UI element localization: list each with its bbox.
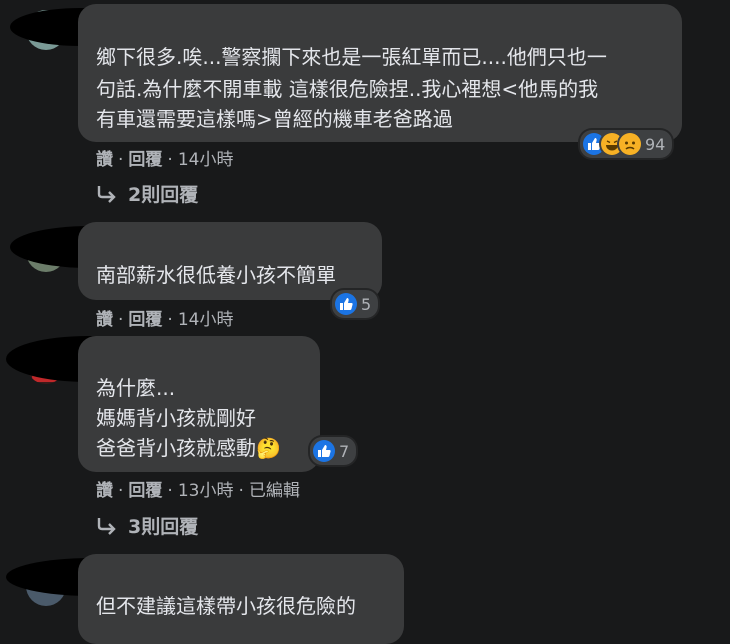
comment-text-line: 媽媽背小孩就剛好 [96,406,256,430]
separator: · [118,481,124,501]
timestamp[interactable]: 13小時 [178,481,234,501]
comment-text-line: 但不建議這樣帶小孩很危險的 [96,594,356,618]
reply-link[interactable]: 回覆 [128,310,162,330]
separator: · [167,310,173,330]
comment-bubble: 但不建議這樣帶小孩很危險的 [78,554,404,644]
view-replies-link[interactable]: 3則回覆 [96,512,198,539]
reply-link[interactable]: 回覆 [128,150,162,170]
comment-actions: 讚 · 回覆 · 14小時 [96,305,233,330]
replies-count-label: 3則回覆 [128,516,199,538]
reaction-summary[interactable]: 7 [310,437,357,465]
reaction-summary[interactable]: 5 [332,290,379,318]
thumbs-up-icon [313,440,335,462]
separator: · [167,481,173,501]
comment-actions: 讚 · 回覆 · 14小時 [96,145,233,170]
timestamp[interactable]: 14小時 [178,310,234,330]
comment-text-line: 句話.為什麼不開車載 這樣很危險捏..我心裡想<他馬的我 [96,77,599,101]
separator: · [118,310,124,330]
reaction-count: 7 [339,441,350,461]
timestamp[interactable]: 14小時 [178,150,234,170]
thumbs-up-icon [335,293,357,315]
separator: · [118,150,124,170]
separator: · [167,150,173,170]
like-link[interactable]: 讚 [96,481,113,501]
replies-count-label: 2則回覆 [128,184,199,206]
like-link[interactable]: 讚 [96,310,113,330]
reaction-count: 5 [361,294,372,314]
reaction-count: 94 [645,134,666,154]
comment-text-line: 爸爸背小孩就感動🤔 [96,436,281,460]
reply-link[interactable]: 回覆 [128,481,162,501]
comment-text-line: 有車還需要這樣嗎>曾經的機車老爸路過 [96,107,453,131]
comment-text-line: 南部薪水很低養小孩不簡單 [96,263,336,287]
edited-label: 已編輯 [248,481,300,501]
reply-arrow-icon [97,517,116,535]
like-link[interactable]: 讚 [96,150,113,170]
view-replies-link[interactable]: 2則回覆 [96,180,198,207]
comment-bubble: 鄉下很多.唉...警察攔下來也是一張紅單而已....他們只也一 句話.為什麼不開… [78,4,682,142]
comment-bubble: 南部薪水很低養小孩不簡單 [78,222,382,300]
comment-text-line: 鄉下很多.唉...警察攔下來也是一張紅單而已....他們只也一 [96,45,607,69]
comment-text-line: 為什麼... [96,376,176,400]
separator: · [238,481,244,501]
reaction-summary[interactable]: 94 [580,130,673,158]
comment-bubble: 為什麼... 媽媽背小孩就剛好 爸爸背小孩就感動🤔 [78,336,320,472]
reply-arrow-icon [97,185,116,203]
comment-actions: 讚 · 回覆 · 13小時 · 已編輯 [96,476,300,501]
sad-face-icon [619,133,641,155]
